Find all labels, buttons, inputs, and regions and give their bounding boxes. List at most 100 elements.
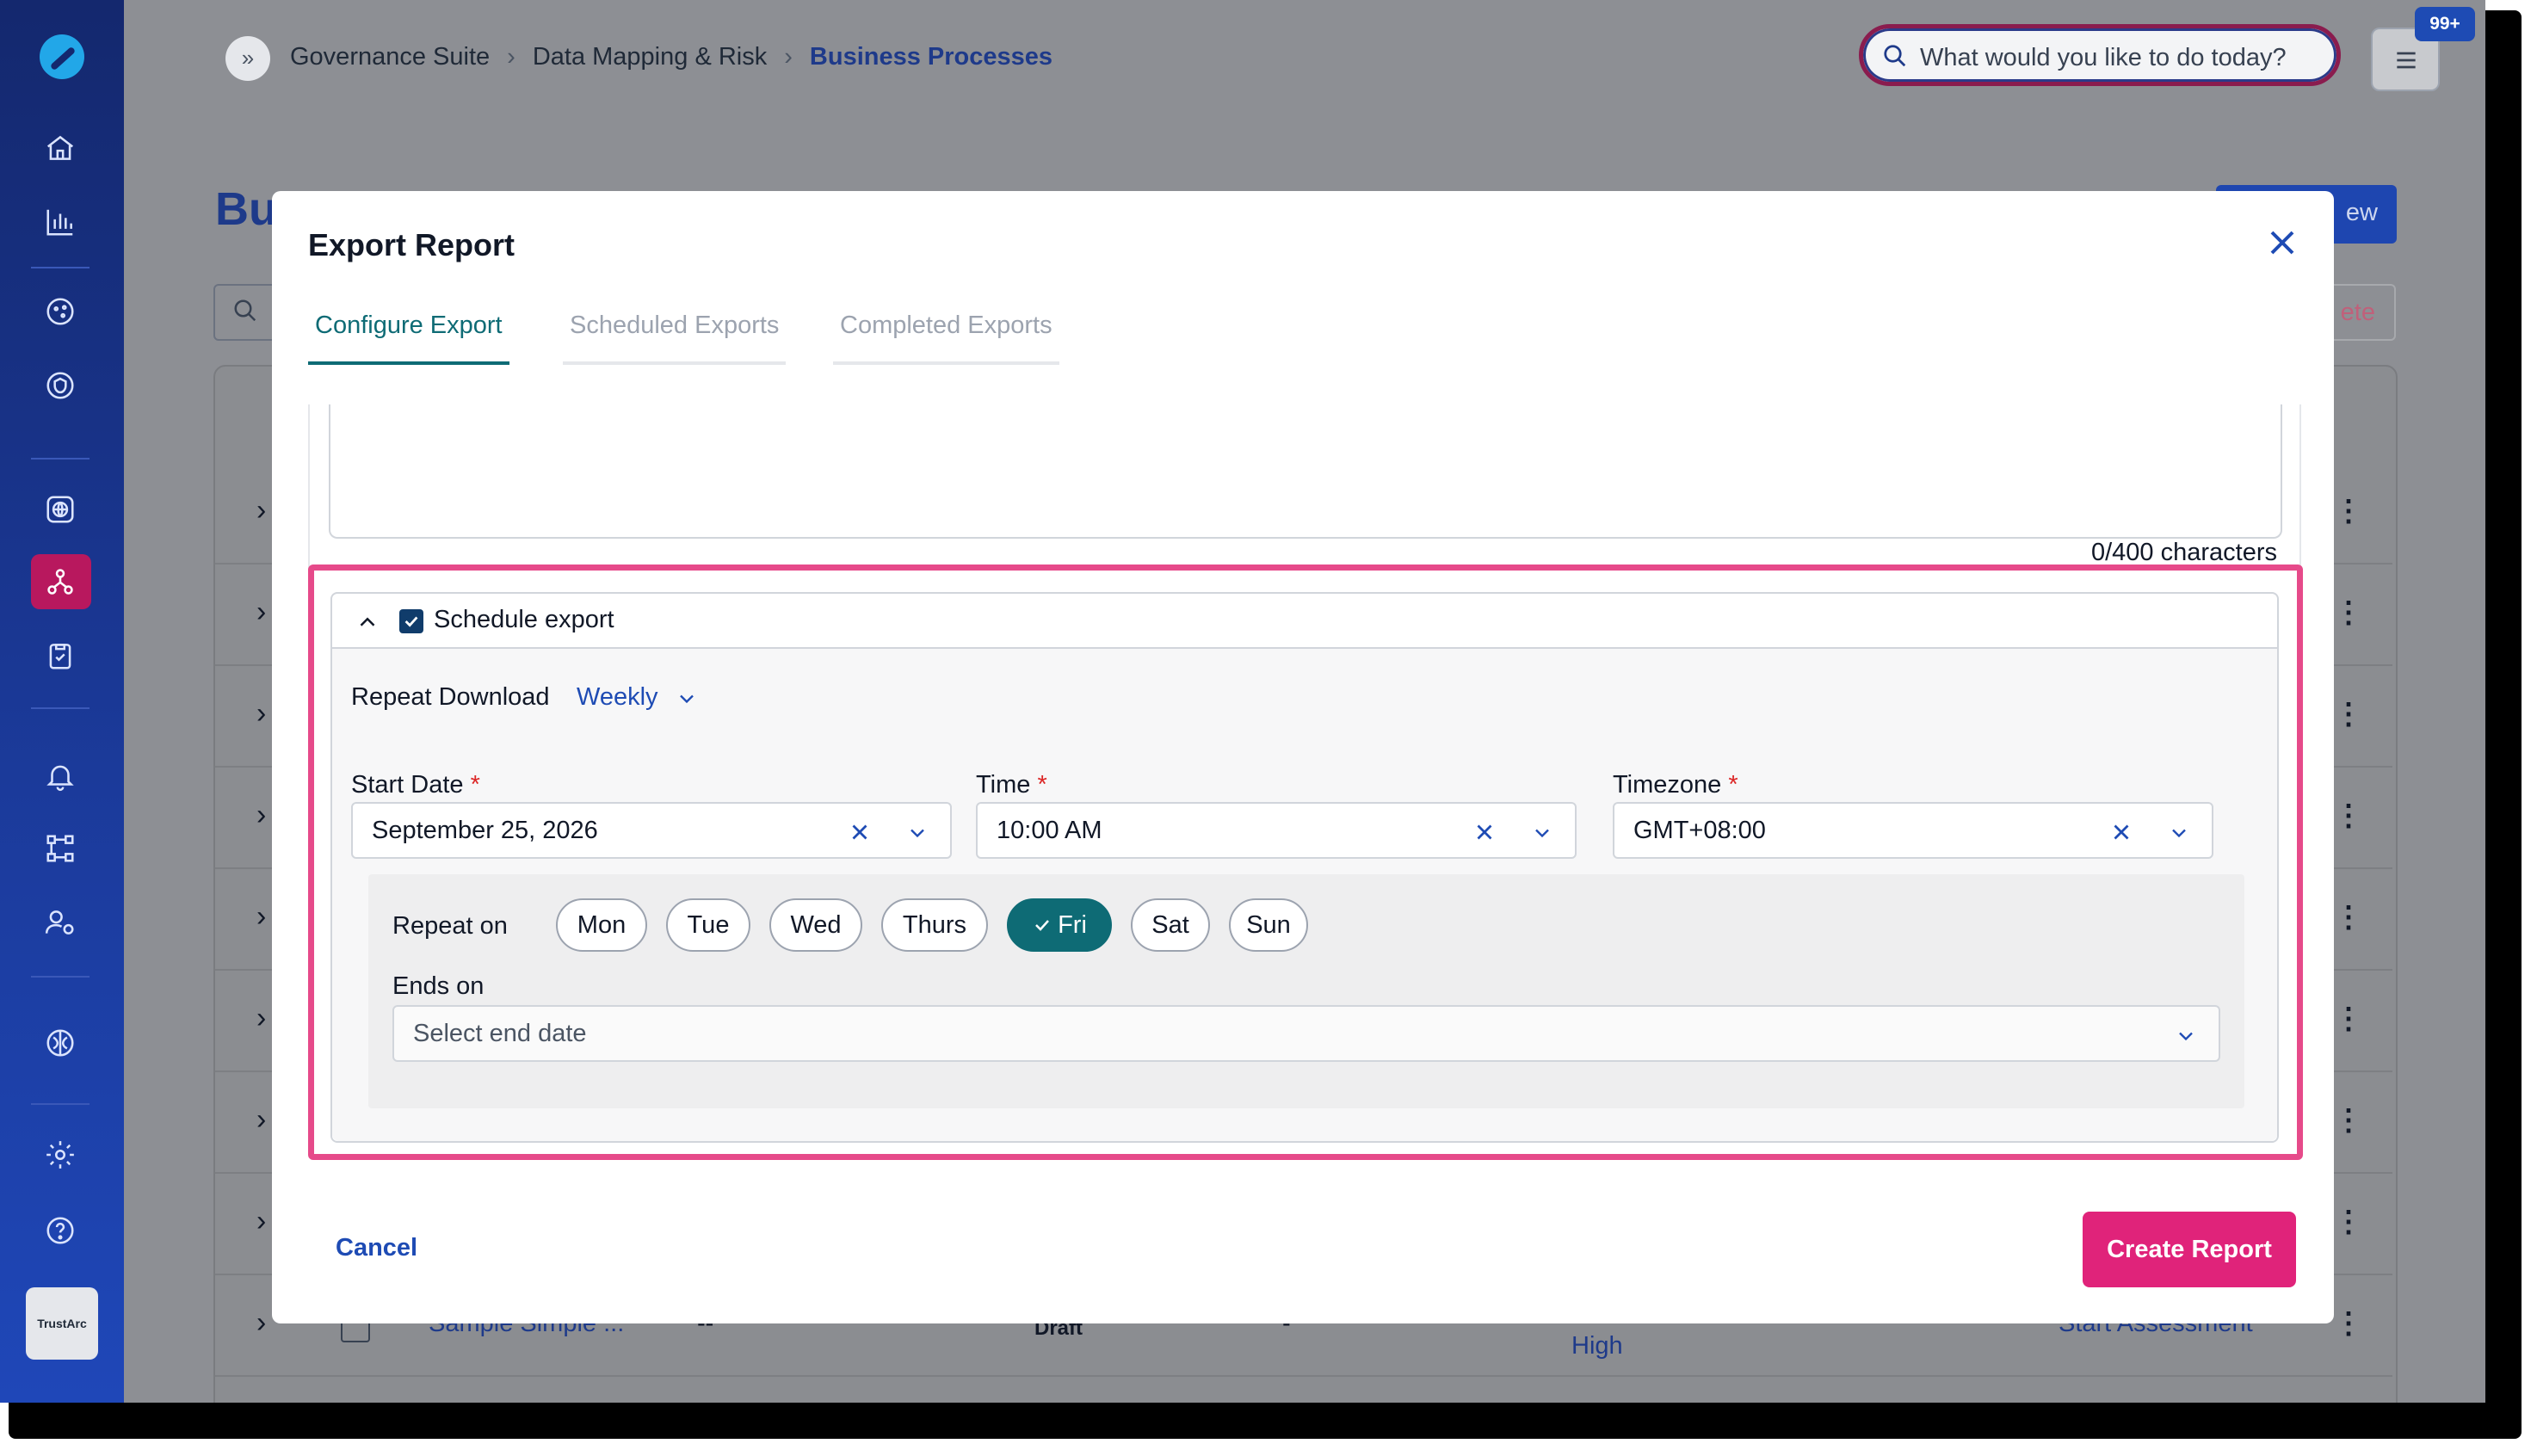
search-icon	[1884, 45, 1906, 67]
sidebar-divider	[31, 267, 90, 268]
day-toggle-wed[interactable]: Wed	[769, 898, 862, 952]
day-toggle-fri[interactable]: Fri	[1007, 898, 1112, 952]
expand-sidebar-button[interactable]: »	[225, 36, 270, 81]
schedule-export-label: Schedule export	[434, 606, 614, 633]
expand-row-icon[interactable]: ›	[256, 900, 266, 934]
day-label: Fri	[1058, 911, 1087, 939]
delete-button-label: ete	[2340, 299, 2375, 326]
row-menu-icon[interactable]: ⋮	[2334, 595, 2363, 630]
app-window: TrustArc » Governance Suite › Data Mapping…	[0, 0, 2485, 1403]
help-icon[interactable]	[38, 1208, 83, 1253]
start-date-value: September 25, 2026	[372, 817, 598, 844]
schedule-export-checkbox[interactable]	[399, 609, 423, 633]
list-icon	[2397, 52, 2416, 69]
privacy-shield-icon[interactable]	[38, 363, 83, 408]
check-icon	[404, 616, 418, 627]
ends-on-select[interactable]: Select end date	[392, 1005, 2220, 1062]
expand-row-icon[interactable]: ›	[256, 697, 266, 731]
search-icon	[234, 299, 256, 322]
breadcrumb-item[interactable]: Governance Suite	[290, 43, 490, 71]
time-field[interactable]: 10:00 AM	[976, 802, 1577, 859]
day-toggle-sat[interactable]: Sat	[1131, 898, 1210, 952]
day-toggle-sun[interactable]: Sun	[1229, 898, 1308, 952]
breadcrumb: Governance Suite › Data Mapping & Risk › Bus…	[290, 43, 1052, 71]
day-toggle-mon[interactable]: Mon	[556, 898, 647, 952]
sidebar: TrustArc	[0, 0, 124, 1403]
row-menu-icon[interactable]: ⋮	[2334, 1103, 2363, 1138]
sidebar-divider	[31, 458, 90, 460]
app-logo-icon[interactable]	[40, 34, 84, 79]
create-report-button[interactable]: Create Report	[2083, 1212, 2296, 1287]
clipboard-check-icon[interactable]	[38, 633, 83, 678]
start-date-label: Start Date *	[351, 771, 480, 799]
top-bar: » Governance Suite › Data Mapping & Risk › B…	[124, 0, 2485, 114]
row-menu-icon[interactable]: ⋮	[2334, 1306, 2363, 1341]
trustarc-brand-tile[interactable]: TrustArc	[26, 1287, 98, 1360]
workflow-icon[interactable]	[38, 826, 83, 871]
tab-completed-exports[interactable]: Completed Exports	[833, 312, 1059, 365]
tab-scheduled-exports[interactable]: Scheduled Exports	[563, 312, 787, 365]
expand-row-icon[interactable]: ›	[256, 1103, 266, 1137]
breadcrumb-item[interactable]: Data Mapping & Risk	[533, 43, 767, 71]
expand-row-icon[interactable]: ›	[256, 1205, 266, 1238]
row-menu-icon[interactable]: ⋮	[2334, 494, 2363, 528]
timezone-field[interactable]: GMT+08:00	[1613, 802, 2213, 859]
bar-chart-icon[interactable]	[38, 200, 83, 244]
repeat-on-label: Repeat on	[392, 912, 508, 940]
timezone-label: Timezone *	[1613, 771, 1738, 799]
expand-row-icon[interactable]: ›	[256, 1306, 266, 1340]
chevron-down-icon[interactable]	[2174, 1024, 2198, 1048]
user-gear-icon[interactable]	[38, 900, 83, 945]
chevron-down-icon[interactable]	[1530, 821, 1554, 845]
sidebar-divider	[31, 1103, 90, 1105]
expand-row-icon[interactable]: ›	[256, 595, 266, 629]
network-icon[interactable]	[38, 559, 83, 604]
row-menu-icon[interactable]: ⋮	[2334, 799, 2363, 833]
chevron-up-icon[interactable]	[355, 609, 380, 635]
row-menu-icon[interactable]: ⋮	[2334, 697, 2363, 731]
export-report-modal: Export Report Configure Export Scheduled…	[272, 191, 2334, 1323]
sidebar-divider	[31, 707, 90, 709]
page-title: Bu	[215, 183, 277, 235]
ends-on-placeholder: Select end date	[413, 1020, 587, 1047]
schedule-export-header[interactable]: Schedule export	[332, 594, 2277, 649]
row-menu-icon[interactable]: ⋮	[2334, 900, 2363, 935]
expand-row-icon[interactable]: ›	[256, 494, 266, 527]
start-date-field[interactable]: September 25, 2026	[351, 802, 952, 859]
new-button-label: ew	[2345, 199, 2378, 226]
day-toggle-tue[interactable]: Tue	[666, 898, 750, 952]
tab-configure-export[interactable]: Configure Export	[308, 312, 509, 365]
time-label: Time *	[976, 771, 1047, 799]
notifications-badge: 99+	[2415, 7, 2475, 41]
clear-icon[interactable]	[1472, 819, 1497, 845]
chevron-down-icon[interactable]	[905, 821, 929, 845]
modal-title: Export Report	[308, 227, 515, 262]
global-search-input[interactable]: What would you like to do today?	[1859, 24, 2341, 86]
check-icon	[1035, 920, 1050, 931]
home-icon[interactable]	[38, 126, 83, 170]
chevron-down-icon[interactable]	[675, 687, 699, 711]
expand-row-icon[interactable]: ›	[256, 1002, 266, 1035]
repeat-download-select[interactable]: Weekly	[577, 683, 658, 712]
notes-textarea[interactable]	[329, 404, 2282, 539]
row-menu-icon[interactable]: ⋮	[2334, 1002, 2363, 1036]
gear-icon[interactable]	[38, 1132, 83, 1177]
timezone-value: GMT+08:00	[1633, 817, 1766, 844]
row-menu-icon[interactable]: ⋮	[2334, 1205, 2363, 1239]
repeat-options: Repeat on Mon Tue Wed Thurs Fri Sat Sun …	[368, 874, 2244, 1108]
breadcrumb-current: Business Processes	[809, 43, 1053, 71]
close-icon[interactable]	[2262, 222, 2303, 263]
globe-icon[interactable]	[38, 487, 83, 532]
day-toggle-thurs[interactable]: Thurs	[881, 898, 988, 952]
clear-icon[interactable]	[2108, 819, 2134, 845]
expand-row-icon[interactable]: ›	[256, 799, 266, 832]
cookie-icon[interactable]	[38, 289, 83, 334]
cancel-button[interactable]: Cancel	[336, 1234, 417, 1262]
clear-icon[interactable]	[847, 819, 873, 845]
chevron-down-icon[interactable]	[2167, 821, 2191, 845]
time-value: 10:00 AM	[997, 817, 1102, 844]
bell-icon[interactable]	[38, 754, 83, 799]
schedule-export-body: Repeat Download Weekly Start Date * Sept…	[332, 649, 2277, 1141]
brain-icon[interactable]	[38, 1021, 83, 1065]
risk-level: High	[1571, 1332, 1623, 1360]
